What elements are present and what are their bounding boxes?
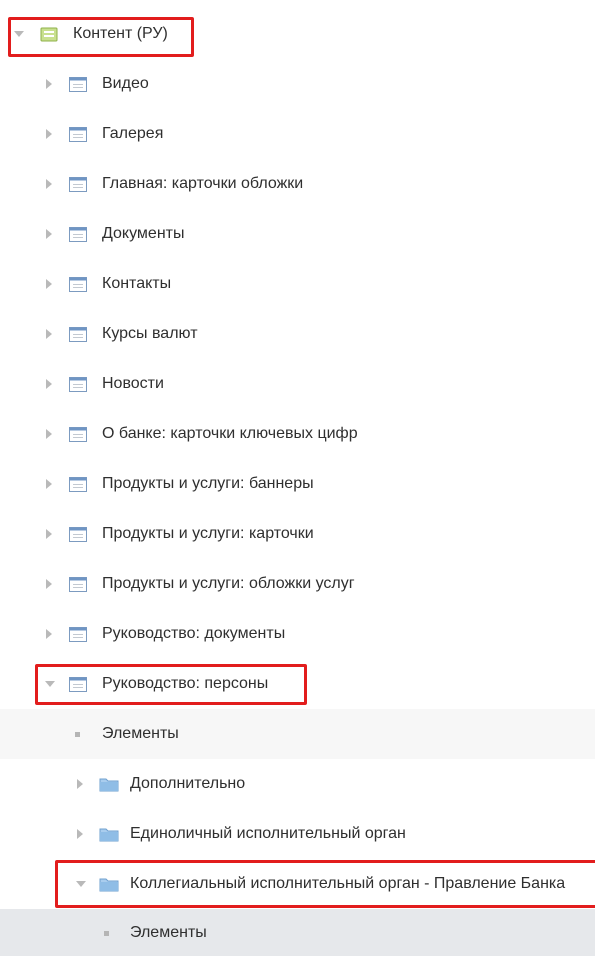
tree-node-board-elements[interactable]: Элементы — [0, 909, 595, 956]
chevron-down-icon[interactable] — [14, 31, 24, 37]
chevron-right-icon[interactable] — [46, 429, 52, 439]
tree-node-label: О банке: карточки ключевых цифр — [102, 425, 358, 442]
chevron-right-icon[interactable] — [77, 779, 83, 789]
calendar-icon — [69, 626, 87, 642]
tree-node-contacts[interactable]: Контакты — [0, 259, 595, 309]
blue-folder-icon — [99, 776, 119, 792]
calendar-icon — [69, 576, 87, 592]
chevron-down-icon[interactable] — [45, 681, 55, 687]
tree-node-label: Коллегиальный исполнительный орган - Пра… — [130, 875, 566, 892]
chevron-right-icon[interactable] — [46, 529, 52, 539]
tree-node-label: Продукты и услуги: баннеры — [102, 475, 314, 492]
tree-node-documents[interactable]: Документы — [0, 209, 595, 259]
calendar-icon — [69, 326, 87, 342]
calendar-icon — [69, 676, 87, 692]
tree-node-label: Галерея — [102, 125, 164, 142]
tree-node-label: Документы — [102, 225, 185, 242]
tree-node-gallery[interactable]: Галерея — [0, 109, 595, 159]
tree-node-additional[interactable]: Дополнительно — [0, 759, 595, 809]
tree-node-label: Элементы — [130, 923, 207, 941]
tree-node-products-banners[interactable]: Продукты и услуги: баннеры — [0, 459, 595, 509]
tree-node-main-cover-cards[interactable]: Главная: карточки обложки — [0, 159, 595, 209]
tree-node-sole-executive-body[interactable]: Единоличный исполнительный орган — [0, 809, 595, 859]
chevron-right-icon[interactable] — [46, 329, 52, 339]
calendar-icon — [69, 226, 87, 242]
bullet-icon — [75, 732, 80, 737]
green-folder-icon — [40, 26, 58, 42]
tree-node-label: Контакты — [102, 275, 172, 292]
tree-node-management-persons[interactable]: Руководство: персоны — [0, 659, 595, 709]
calendar-icon — [69, 126, 87, 142]
chevron-right-icon[interactable] — [46, 379, 52, 389]
tree-node-label: Курсы валют — [102, 325, 198, 342]
chevron-right-icon[interactable] — [46, 479, 52, 489]
chevron-down-icon[interactable] — [76, 881, 86, 887]
tree-node-collegial-executive-body[interactable]: Коллегиальный исполнительный орган - Пра… — [0, 859, 595, 909]
tree-node-label: Продукты и услуги: обложки услуг — [102, 575, 355, 592]
tree-node-products-cards[interactable]: Продукты и услуги: карточки — [0, 509, 595, 559]
chevron-right-icon[interactable] — [46, 629, 52, 639]
calendar-icon — [69, 376, 87, 392]
tree-node-label: Видео — [102, 75, 149, 92]
tree-node-management-documents[interactable]: Руководство: документы — [0, 609, 595, 659]
calendar-icon — [69, 526, 87, 542]
tree-node-label: Продукты и услуги: карточки — [102, 525, 314, 542]
calendar-icon — [69, 176, 87, 192]
tree-node-label: Новости — [102, 375, 164, 392]
tree-node-label: Главная: карточки обложки — [102, 175, 304, 192]
calendar-icon — [69, 476, 87, 492]
chevron-right-icon[interactable] — [46, 129, 52, 139]
blue-folder-icon — [99, 876, 119, 892]
tree-node-exchange-rates[interactable]: Курсы валют — [0, 309, 595, 359]
chevron-right-icon[interactable] — [77, 829, 83, 839]
tree-node-products-service-covers[interactable]: Продукты и услуги: обложки услуг — [0, 559, 595, 609]
content-tree: Контент (РУ) Видео Галерея Главная: карт… — [0, 0, 595, 956]
tree-node-video[interactable]: Видео — [0, 59, 595, 109]
tree-node-label: Руководство: документы — [102, 625, 286, 642]
tree-node-label: Руководство: персоны — [102, 675, 269, 692]
blue-folder-icon — [99, 826, 119, 842]
chevron-right-icon[interactable] — [46, 229, 52, 239]
chevron-right-icon[interactable] — [46, 179, 52, 189]
chevron-right-icon[interactable] — [46, 79, 52, 89]
tree-node-about-bank-cards[interactable]: О банке: карточки ключевых цифр — [0, 409, 595, 459]
bullet-icon — [104, 930, 109, 936]
tree-node-content-ru[interactable]: Контент (РУ) — [0, 9, 595, 59]
tree-node-news[interactable]: Новости — [0, 359, 595, 409]
tree-node-label: Дополнительно — [130, 775, 246, 792]
tree-node-label: Элементы — [102, 725, 179, 742]
chevron-right-icon[interactable] — [46, 579, 52, 589]
calendar-icon — [69, 426, 87, 442]
calendar-icon — [69, 276, 87, 292]
tree-node-persons-elements[interactable]: Элементы — [0, 709, 595, 759]
calendar-icon — [69, 76, 87, 92]
tree-node-label: Единоличный исполнительный орган — [130, 825, 406, 842]
tree-node-label: Контент (РУ) — [73, 25, 168, 42]
chevron-right-icon[interactable] — [46, 279, 52, 289]
